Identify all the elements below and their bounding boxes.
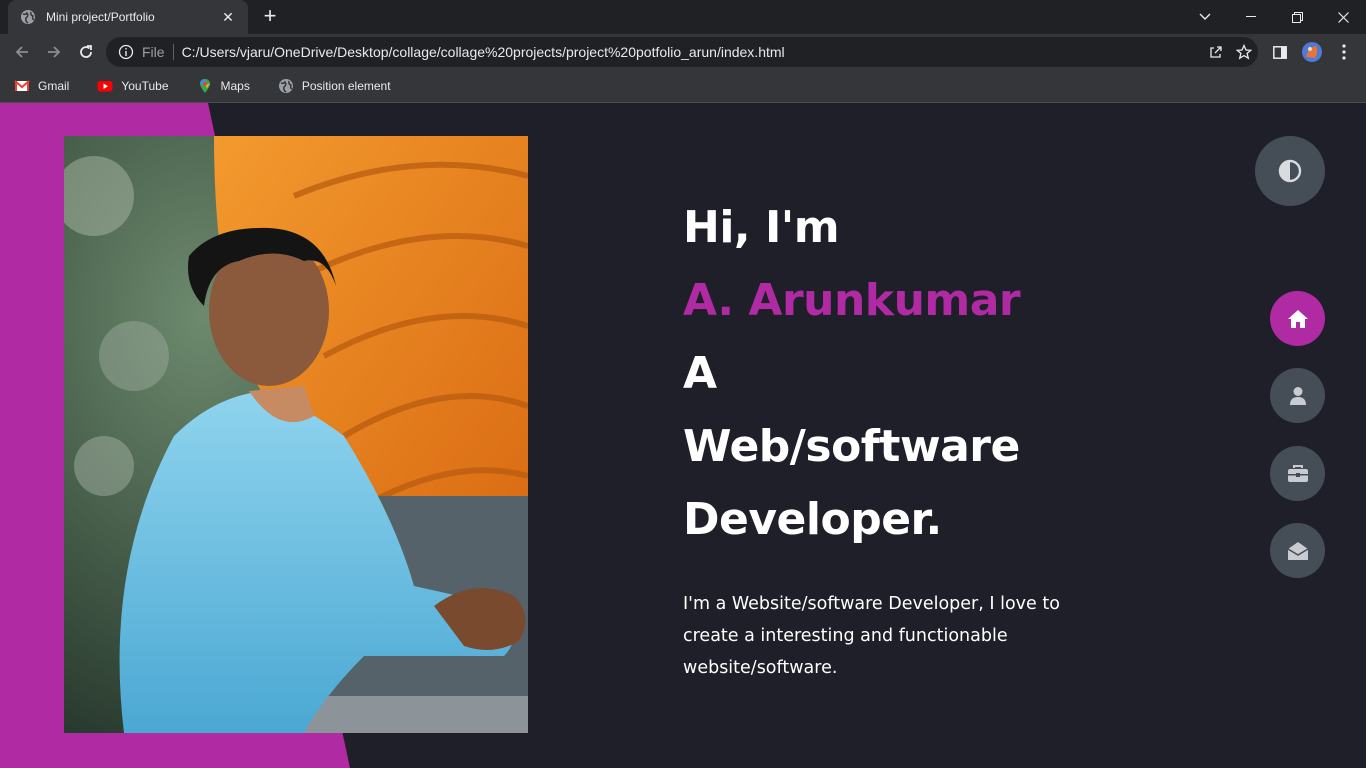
avatar-icon	[1302, 42, 1322, 62]
url-text[interactable]: C:/Users/vjaru/OneDrive/Desktop/collage/…	[182, 44, 1202, 60]
star-icon	[1236, 44, 1252, 60]
bookmark-label: Maps	[220, 79, 250, 93]
hero-role-line-3: Developer.	[683, 494, 942, 545]
maps-icon	[199, 79, 210, 93]
url-separator	[172, 44, 174, 60]
arrow-left-icon	[15, 46, 28, 58]
tab-strip: Mini project/Portfolio ✕ +	[0, 0, 1366, 34]
hero-name: A. Arunkumar	[683, 275, 1021, 326]
nav-about-button[interactable]	[1270, 368, 1325, 423]
bookmark-label: Gmail	[38, 79, 70, 93]
bookmark-label: YouTube	[121, 79, 169, 93]
tab-search-button[interactable]	[1182, 0, 1228, 34]
profile-photo	[64, 136, 528, 733]
browser-menu-button[interactable]	[1330, 38, 1358, 66]
browser-tab[interactable]: Mini project/Portfolio ✕	[8, 0, 248, 34]
tab-title: Mini project/Portfolio	[46, 10, 155, 24]
close-window-button[interactable]	[1320, 0, 1366, 34]
portfolio-page: Hi, I'm A. Arunkumar A Web/software Deve…	[0, 103, 1366, 768]
arrow-right-icon	[48, 46, 61, 58]
info-icon[interactable]	[118, 44, 134, 60]
hero-greeting: Hi, I'm	[683, 202, 840, 253]
browser-toolbar: File C:/Users/vjaru/OneDrive/Desktop/col…	[0, 34, 1366, 70]
globe-icon	[21, 10, 35, 24]
new-tab-button[interactable]: +	[258, 5, 282, 29]
reload-icon	[80, 45, 92, 58]
globe-icon	[278, 79, 293, 93]
hero-role-line-1: A	[683, 348, 717, 399]
url-scheme: File	[142, 44, 165, 60]
user-icon	[1289, 386, 1306, 405]
contrast-icon	[1278, 159, 1302, 183]
gmail-icon	[14, 80, 30, 91]
share-icon	[1210, 46, 1222, 58]
reload-button[interactable]	[72, 38, 100, 66]
nav-portfolio-button[interactable]	[1270, 446, 1325, 501]
nav-contact-button[interactable]	[1270, 523, 1325, 578]
kebab-menu-icon	[1342, 44, 1346, 60]
side-panel-icon	[1273, 45, 1287, 59]
restore-icon	[1291, 11, 1303, 23]
back-button[interactable]	[8, 38, 36, 66]
hero-intro: Hi, I'm A. Arunkumar A Web/software Deve…	[683, 191, 1103, 684]
bookmark-position-element[interactable]: Position element	[272, 73, 397, 99]
browser-chrome: Mini project/Portfolio ✕ + File C:/Users…	[0, 0, 1366, 103]
close-icon	[1337, 11, 1349, 23]
forward-button[interactable]	[40, 38, 68, 66]
bookmark-gmail[interactable]: Gmail	[8, 73, 75, 99]
home-icon	[1287, 309, 1308, 328]
address-bar[interactable]: File C:/Users/vjaru/OneDrive/Desktop/col…	[106, 37, 1258, 67]
side-panel-button[interactable]	[1266, 38, 1294, 66]
bookmark-label: Position element	[301, 79, 391, 93]
envelope-open-icon	[1287, 541, 1308, 560]
bookmarks-bar: Gmail YouTube Maps Position element	[0, 70, 1366, 102]
close-tab-icon[interactable]: ✕	[220, 9, 236, 25]
chevron-down-icon	[1199, 13, 1211, 20]
bookmark-star-button[interactable]	[1230, 38, 1258, 66]
bookmark-maps[interactable]: Maps	[191, 73, 256, 99]
restore-button[interactable]	[1274, 0, 1320, 34]
hero-role-line-2: Web/software	[683, 421, 1020, 472]
minimize-button[interactable]	[1228, 0, 1274, 34]
minimize-icon	[1246, 16, 1256, 17]
profile-avatar[interactable]	[1298, 38, 1326, 66]
theme-toggle-button[interactable]	[1255, 136, 1325, 206]
bookmark-youtube[interactable]: YouTube	[91, 73, 174, 99]
share-button[interactable]	[1202, 38, 1230, 66]
hero-bio: I'm a Website/software Developer, I love…	[683, 594, 1060, 678]
nav-home-button[interactable]	[1270, 291, 1325, 346]
youtube-icon	[97, 81, 113, 92]
briefcase-icon	[1287, 464, 1308, 482]
